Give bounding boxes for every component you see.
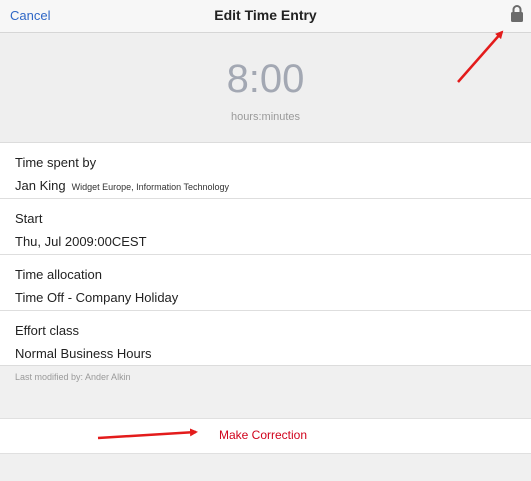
make-correction-button[interactable]: Make Correction: [219, 428, 307, 442]
field-effort-class[interactable]: Effort class Normal Business Hours: [0, 311, 531, 367]
person-name: Jan King: [15, 178, 66, 193]
field-value: Jan King Widget Europe, Information Techn…: [15, 178, 229, 193]
page-title: Edit Time Entry: [214, 7, 317, 23]
duration-unit: hours:minutes: [230, 111, 301, 123]
field-label: Start: [15, 211, 43, 226]
field-label: Effort class: [15, 323, 80, 338]
nav-header: Cancel Edit Time Entry: [0, 0, 531, 33]
last-modified-note: Last modified by: Ander Alkin: [15, 372, 131, 382]
duration-display[interactable]: 8:00 hours:minutes: [0, 34, 531, 142]
edit-time-entry-screen: Cancel Edit Time Entry 8:00 hours:minute…: [0, 0, 531, 481]
field-value: Normal Business Hours: [15, 346, 152, 361]
field-label: Time allocation: [15, 267, 102, 282]
field-time-allocation[interactable]: Time allocation Time Off - Company Holid…: [0, 255, 531, 311]
duration-value: 8:00: [226, 57, 305, 101]
field-value: Thu, Jul 2009:00CEST: [15, 234, 147, 249]
field-start[interactable]: Start Thu, Jul 2009:00CEST: [0, 199, 531, 255]
person-organization: Widget Europe, Information Technology: [71, 182, 230, 192]
field-label: Time spent by: [15, 155, 97, 170]
field-time-spent-by[interactable]: Time spent by Jan King Widget Europe, Inf…: [0, 143, 531, 199]
lock-icon[interactable]: [510, 4, 524, 22]
entry-fields-list: Time spent by Jan King Widget Europe, Inf…: [0, 142, 531, 366]
correction-row: Make Correction: [0, 418, 531, 454]
field-value: Time Off - Company Holiday: [15, 290, 179, 305]
